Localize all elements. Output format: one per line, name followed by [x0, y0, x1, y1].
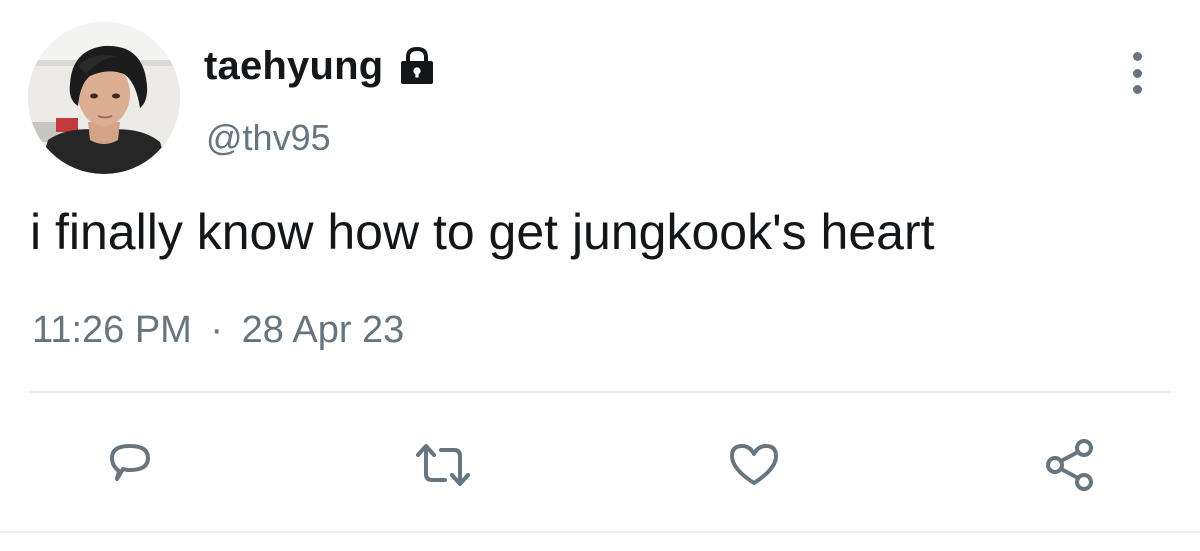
retweet-icon [416, 444, 470, 486]
tweet-timestamp[interactable]: 11:26 PM · 28 Apr 23 [32, 306, 404, 354]
avatar[interactable] [28, 22, 180, 174]
divider [30, 391, 1170, 393]
timestamp-separator: · [210, 309, 224, 351]
share-icon [1046, 439, 1093, 491]
tweet-date: 28 Apr 23 [241, 309, 405, 351]
user-handle[interactable]: @thv95 [206, 116, 331, 160]
tweet-card: taehyung @thv95 i finally know how to ge… [0, 0, 1200, 551]
bottom-border [0, 531, 1200, 533]
avatar-photo [28, 22, 180, 174]
retweet-button[interactable] [408, 430, 478, 500]
reply-button[interactable] [95, 430, 165, 500]
action-bar [0, 430, 1200, 500]
display-name-text: taehyung [204, 44, 384, 88]
tweet-text: i finally know how to get jungkook's hea… [30, 204, 935, 260]
display-name[interactable]: taehyung [204, 42, 439, 90]
tweet-time: 11:26 PM [32, 309, 192, 351]
reply-icon [110, 444, 150, 481]
heart-icon [730, 444, 778, 485]
share-button[interactable] [1034, 430, 1104, 500]
lock-icon [395, 44, 439, 88]
like-button[interactable] [719, 430, 789, 500]
more-vertical-icon[interactable] [1118, 52, 1156, 94]
